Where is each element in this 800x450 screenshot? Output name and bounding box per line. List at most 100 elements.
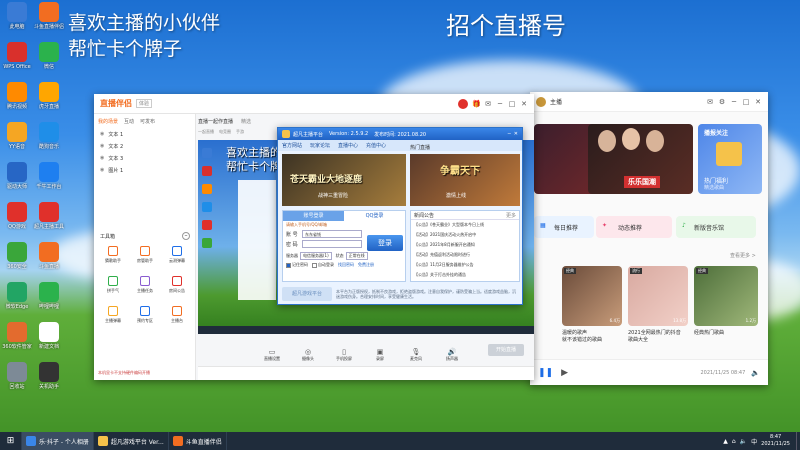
control-button[interactable]: ▭ 直播设置 xyxy=(254,348,290,362)
message-icon[interactable]: ✉ xyxy=(484,100,492,108)
tab-interact[interactable]: 互动 xyxy=(124,118,134,125)
minimize-icon[interactable]: ─ xyxy=(496,100,504,108)
scene-item[interactable]: ◉ 文本 2 xyxy=(94,140,195,152)
minimize-icon[interactable]: ─ xyxy=(508,131,511,137)
scene-item[interactable]: ◉ 图片 1 xyxy=(94,164,195,176)
tool-item[interactable]: 主播弹幕 xyxy=(98,306,128,324)
scene-item[interactable]: ◉ 文本 3 xyxy=(94,152,195,164)
volume-icon[interactable]: 🔈 xyxy=(751,369,760,377)
promo-banner-main[interactable]: 乐乐国潮 xyxy=(588,124,693,194)
control-button[interactable]: 🔊 扬声器 xyxy=(434,348,470,362)
close-icon[interactable]: ✕ xyxy=(520,100,528,108)
register-link[interactable]: 免费注册 xyxy=(358,262,374,268)
subtab[interactable]: 手游 xyxy=(236,129,244,135)
news-item[interactable]: 【活动】2021国庆活动火热开启中 xyxy=(411,230,519,240)
taskbar-item-platform[interactable]: 超凡游戏平台 Ver... xyxy=(94,432,169,450)
tab-featured[interactable]: 精选 xyxy=(241,118,251,125)
password-input[interactable] xyxy=(302,240,362,248)
gift-icon[interactable]: 🎁 xyxy=(472,100,481,108)
tab-scenes[interactable]: 我的场景 xyxy=(98,118,118,125)
desktop-icon[interactable]: 微信 xyxy=(34,42,64,70)
desktop-icon[interactable]: 新建文档 xyxy=(34,322,64,350)
desktop-icon[interactable]: QQ游戏 xyxy=(2,202,32,230)
tool-item[interactable]: 房间公告 xyxy=(162,276,192,294)
tool-item[interactable]: 拼手气 xyxy=(98,276,128,294)
desktop-icon[interactable]: 驱动大师 xyxy=(2,162,32,190)
tool-item[interactable]: 猜歌助手 xyxy=(98,246,128,264)
tool-item[interactable]: 房管助手 xyxy=(130,246,160,264)
auto-login-checkbox[interactable] xyxy=(312,262,317,268)
login-button[interactable]: 登录 xyxy=(367,235,403,251)
news-item[interactable]: 【公告】11月2日服务器维护公告 xyxy=(411,260,519,270)
visibility-icon[interactable]: ◉ xyxy=(100,167,104,173)
status-select[interactable]: 正常在线 xyxy=(345,252,368,260)
control-button[interactable]: ◎ 摄像头 xyxy=(290,348,326,362)
control-button[interactable]: 🎙 麦克风 xyxy=(398,348,434,362)
desktop-icon[interactable]: 360安全 xyxy=(2,242,32,270)
desktop-icon[interactable]: 关机助手 xyxy=(34,362,64,390)
news-item[interactable]: 【活动】充值返利活动限时进行 xyxy=(411,250,519,260)
server-select[interactable]: 电信服务器(1) xyxy=(300,252,332,260)
news-item[interactable]: 【公告】2021年8月新服开启通知 xyxy=(411,240,519,250)
desktop-icon[interactable]: 360软件管家 xyxy=(2,322,32,350)
news-more-link[interactable]: 更多 xyxy=(506,212,516,219)
game-banner-2[interactable]: 争霸天下 激情上线 xyxy=(410,154,520,206)
taskbar-item-album[interactable]: 乐·抖子 - 个人相册 xyxy=(22,432,94,450)
show-desktop-button[interactable] xyxy=(796,432,800,450)
next-icon[interactable]: ▶ xyxy=(561,368,568,378)
control-button[interactable]: ▯ 手机投屏 xyxy=(326,348,362,362)
news-item[interactable]: 【公告】关于打击外挂的通告 xyxy=(411,270,519,280)
visibility-icon[interactable]: ◉ xyxy=(100,143,104,149)
video-card-1[interactable]: 经典 6.4万 xyxy=(562,266,622,326)
minimize-icon[interactable]: ─ xyxy=(730,98,738,106)
forgot-password-link[interactable]: 找回密码 xyxy=(338,262,354,268)
avatar[interactable] xyxy=(536,96,546,107)
video-card-3[interactable]: 经典 1.2万 xyxy=(694,266,758,326)
news-item[interactable]: 【公告】《苍天霸业》大型版本今日上线 xyxy=(411,220,519,230)
desktop-icon[interactable]: 回收站 xyxy=(2,362,32,390)
start-live-button[interactable]: 开始直播 xyxy=(488,344,524,356)
desktop-icon[interactable]: 千牛工作台 xyxy=(34,162,64,190)
desktop-icon[interactable]: 斗鱼直播 xyxy=(34,242,64,270)
desktop-icon[interactable]: 哔哩哔哩 xyxy=(34,282,64,310)
desktop-icon[interactable]: WPS Office xyxy=(2,42,32,70)
maximize-icon[interactable]: □ xyxy=(508,100,516,108)
desktop-icon[interactable]: 微软Edge xyxy=(2,282,32,310)
desktop-icon[interactable]: 酷狗音乐 xyxy=(34,122,64,150)
tray-arrow-icon[interactable]: ▲ xyxy=(723,438,728,445)
video-card-2[interactable]: 流行 13.8万 xyxy=(628,266,688,326)
desktop-icon[interactable]: 超凡主播工具 xyxy=(34,202,64,230)
tool-item[interactable]: 主播任务 xyxy=(130,276,160,294)
desktop-icon[interactable]: YY语音 xyxy=(2,122,32,150)
tab-publish[interactable]: 可发布 xyxy=(140,118,155,125)
volume-icon[interactable]: 🔈 xyxy=(740,438,747,445)
subtab[interactable]: 一起直播 xyxy=(198,129,214,135)
shortcut-daily[interactable]: ▦ 每日推荐 xyxy=(534,216,594,238)
clock[interactable]: 8:47 2021/11/25 xyxy=(761,434,790,448)
close-icon[interactable]: ✕ xyxy=(514,131,518,137)
desktop-icon[interactable]: 斗鱼直播伴侣 xyxy=(34,2,64,30)
subtab[interactable]: 电竞圈 xyxy=(219,129,231,135)
avatar[interactable] xyxy=(458,98,468,109)
tool-item[interactable]: 主播台 xyxy=(162,306,192,324)
login-nav-link[interactable]: 充值中心 xyxy=(366,142,386,149)
taskbar-item-live-assistant[interactable]: 斗鱼直播伴侣 xyxy=(169,432,227,450)
login-nav-link[interactable]: 玩家论坛 xyxy=(310,142,330,149)
visibility-icon[interactable]: ◉ xyxy=(100,131,104,137)
settings-icon[interactable]: ⚙ xyxy=(718,98,726,106)
login-nav-link[interactable]: 官方网站 xyxy=(282,142,302,149)
account-input[interactable]: 东东省钱 xyxy=(302,230,362,238)
game-banner-1[interactable]: 苍天霸业大地逐鹿 战神三重冒险 xyxy=(282,154,406,206)
network-icon[interactable]: ⌂ xyxy=(732,438,736,445)
maximize-icon[interactable]: □ xyxy=(742,98,750,106)
desktop-icon[interactable]: 腾讯视频 xyxy=(2,82,32,110)
gift-card[interactable]: 播报关注 热门福利 精选歌曲 xyxy=(698,124,762,194)
scene-item[interactable]: ◉ 文本 1 xyxy=(94,128,195,140)
tool-item[interactable]: 云测弹幕 xyxy=(162,246,192,264)
login-nav-link[interactable]: 直播中心 xyxy=(338,142,358,149)
control-button[interactable]: ▣ 录屏 xyxy=(362,348,398,362)
close-icon[interactable]: ✕ xyxy=(754,98,762,106)
start-button[interactable]: ⊞ xyxy=(0,432,22,450)
mail-icon[interactable]: ✉ xyxy=(706,98,714,106)
visibility-icon[interactable]: ◉ xyxy=(100,155,104,161)
